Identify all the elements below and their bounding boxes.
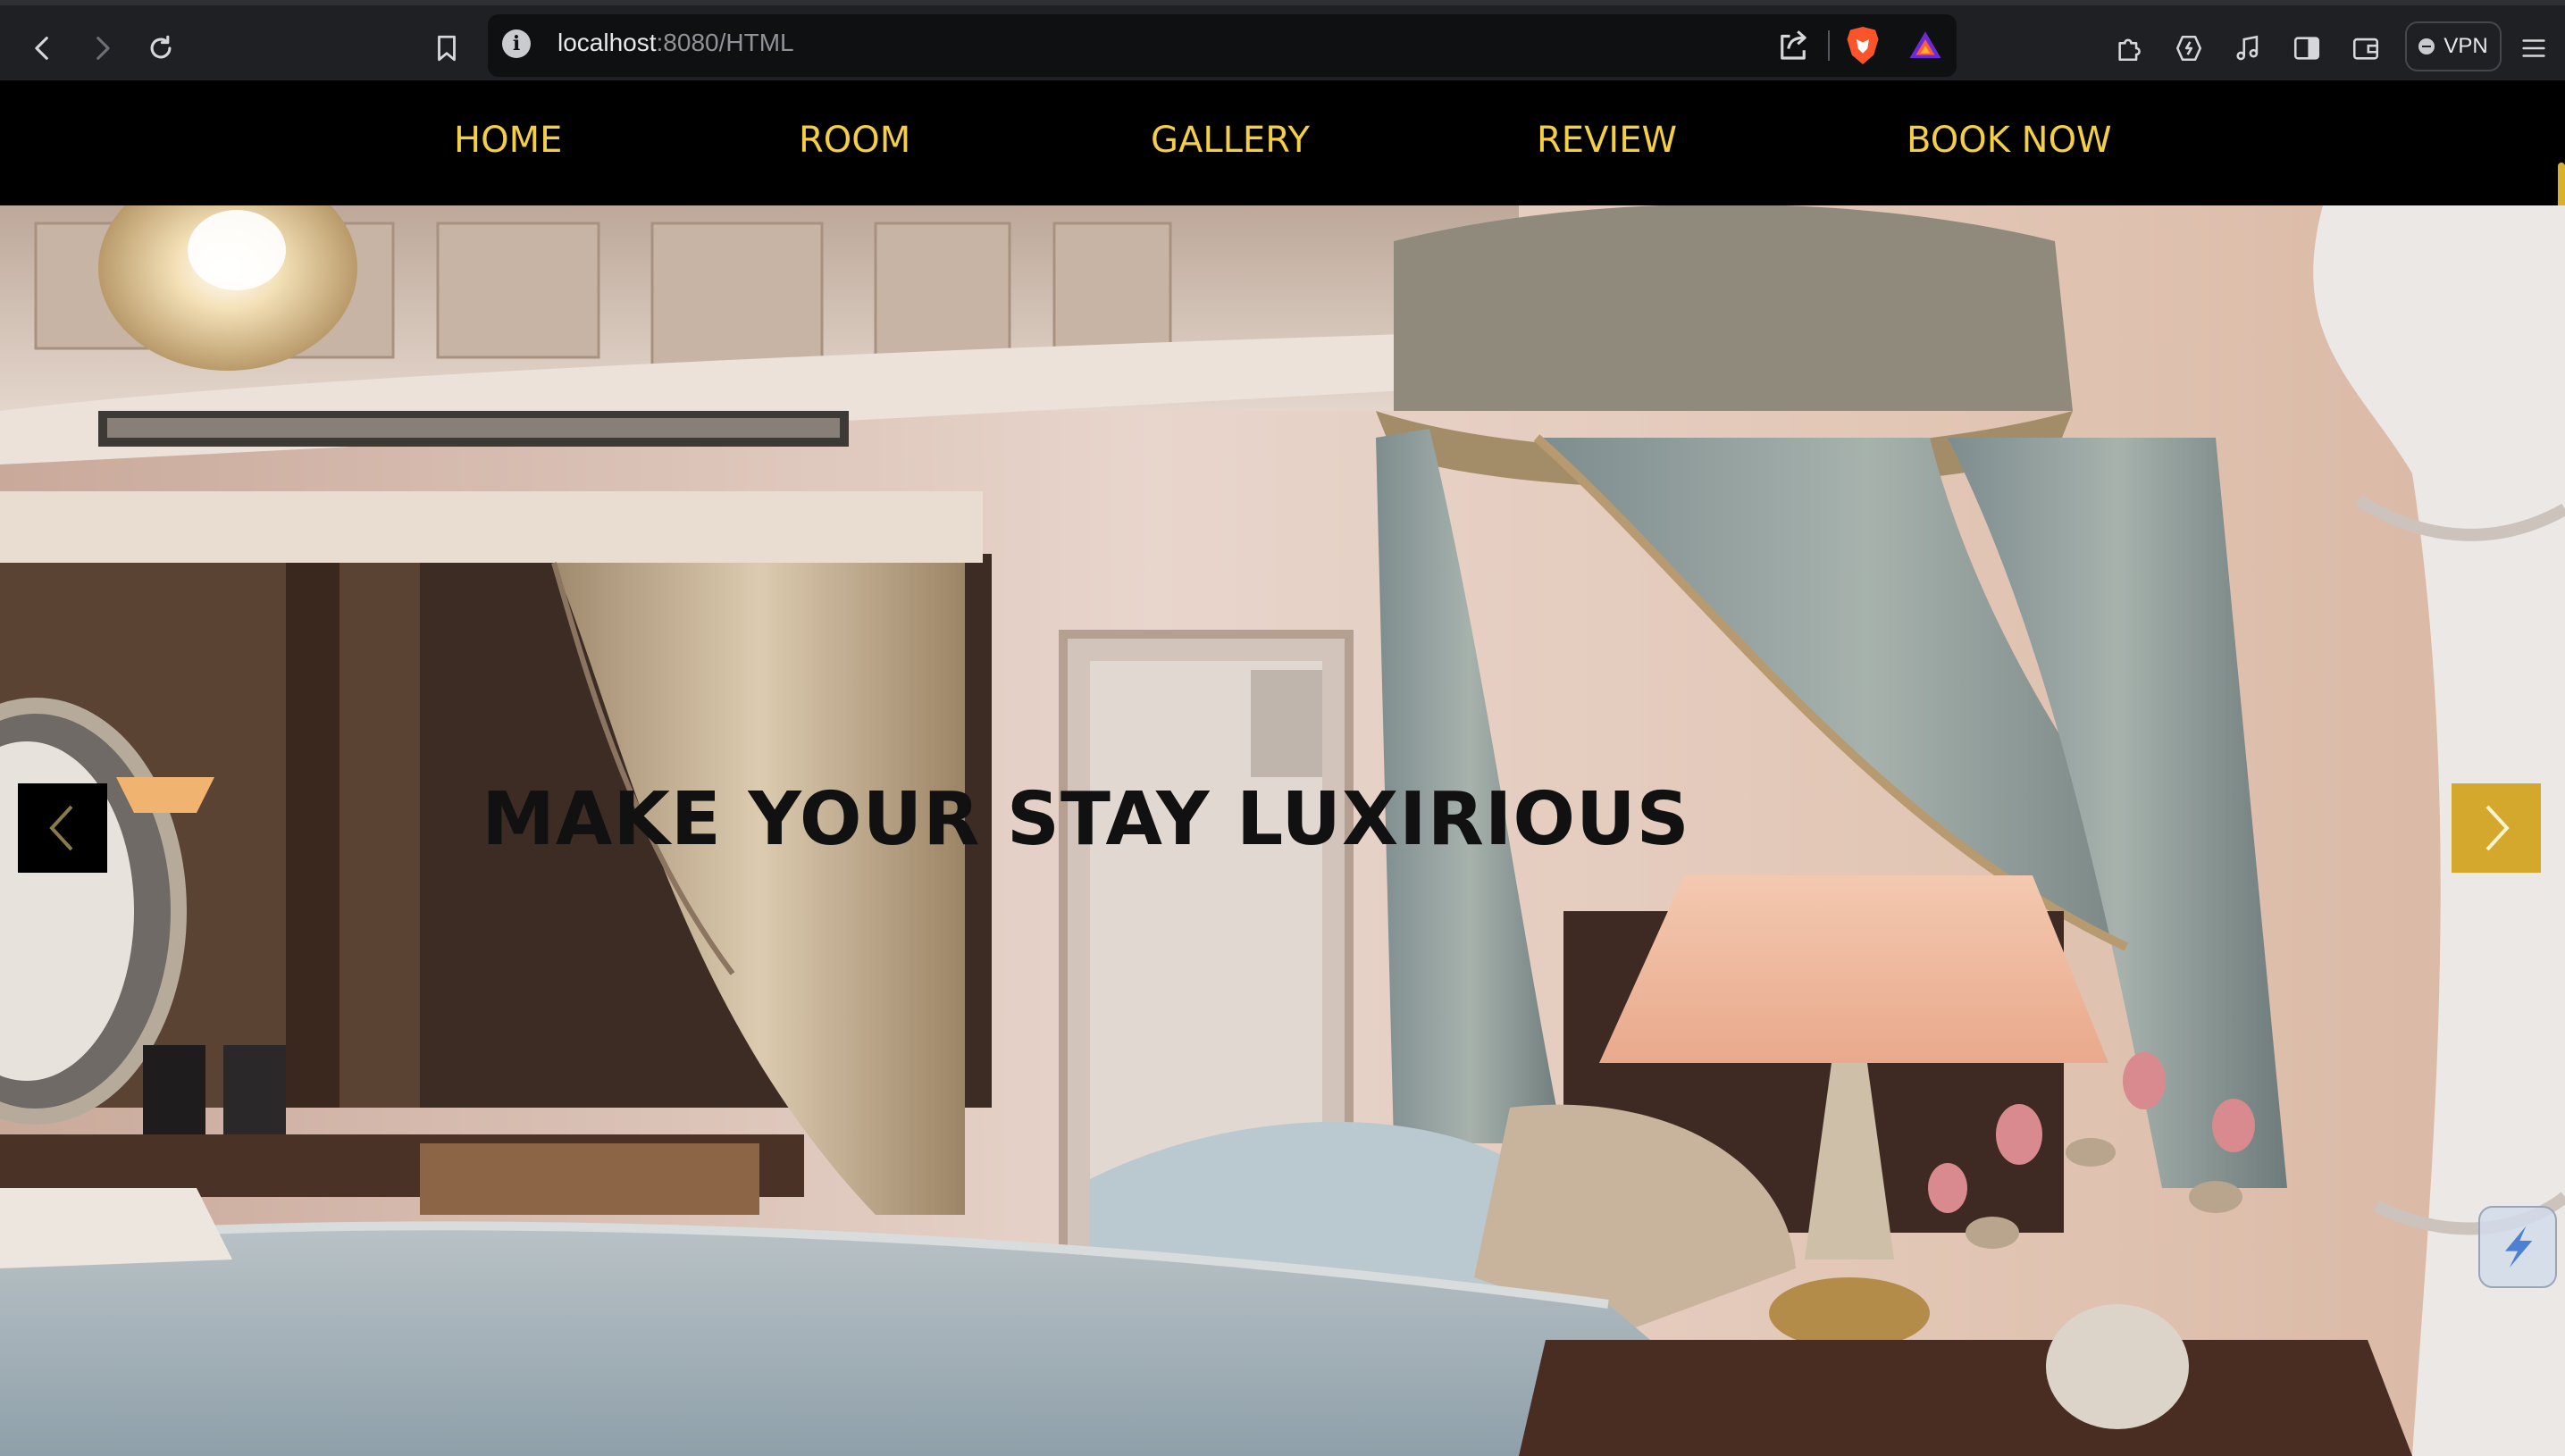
leo-ai-button[interactable] xyxy=(2166,25,2212,71)
url-host: localhost xyxy=(557,29,657,56)
info-icon[interactable]: i xyxy=(502,29,531,58)
bookmark-button[interactable] xyxy=(423,25,470,71)
sidebar-button[interactable] xyxy=(2284,25,2330,71)
arrow-right-icon xyxy=(96,37,110,60)
reload-icon xyxy=(150,35,172,59)
menu-button[interactable] xyxy=(2511,25,2557,71)
floating-assistant-button[interactable] xyxy=(2478,1206,2557,1288)
url-path: :8080/HTML xyxy=(656,29,794,56)
vpn-label: VPN xyxy=(2443,34,2488,58)
reload-button[interactable] xyxy=(138,25,184,71)
address-separator xyxy=(1828,30,1830,61)
chevron-right-icon xyxy=(2485,805,2510,851)
nav-book-now[interactable]: BOOK NOW xyxy=(1907,120,2112,161)
nav-review[interactable]: REVIEW xyxy=(1537,120,1677,161)
vpn-button[interactable]: VPN xyxy=(2405,21,2502,71)
bookmark-icon xyxy=(438,35,456,62)
url-text[interactable]: localhost:8080/HTML xyxy=(557,29,794,57)
nav-gallery[interactable]: GALLERY xyxy=(1151,120,1310,161)
hero-slider: MAKE YOUR STAY LUXIRIOUS xyxy=(0,205,2565,1456)
leo-ai-icon xyxy=(2175,35,2202,62)
wallet-icon xyxy=(2352,38,2379,60)
hero-title: MAKE YOUR STAY LUXIRIOUS xyxy=(482,777,1690,862)
slider-prev-button[interactable] xyxy=(18,783,107,873)
music-note-icon xyxy=(2236,35,2259,61)
puzzle-icon xyxy=(2118,38,2141,62)
slider-next-button[interactable] xyxy=(2452,783,2541,873)
back-button[interactable] xyxy=(20,25,66,71)
address-bar[interactable]: i localhost:8080/HTML xyxy=(488,14,1957,77)
nav-room[interactable]: ROOM xyxy=(799,120,910,161)
arrow-left-icon xyxy=(35,37,48,60)
browser-toolbar: i localhost:8080/HTML VPN xyxy=(0,0,2565,80)
brave-shield-icon[interactable] xyxy=(1844,25,1882,66)
share-icon[interactable] xyxy=(1774,27,1812,64)
hamburger-icon xyxy=(2522,39,2545,57)
extensions-button[interactable] xyxy=(2107,25,2153,71)
wallet-button[interactable] xyxy=(2343,25,2389,71)
forward-button[interactable] xyxy=(79,25,125,71)
vpn-status-icon xyxy=(2418,38,2435,54)
brave-rewards-icon[interactable] xyxy=(1907,27,1944,64)
site-navbar: HOME ROOM GALLERY REVIEW BOOK NOW xyxy=(0,80,2565,381)
chevron-left-icon xyxy=(49,805,73,851)
sidebar-icon xyxy=(2293,37,2320,60)
nav-home[interactable]: HOME xyxy=(454,120,562,161)
media-button[interactable] xyxy=(2225,25,2271,71)
lightning-icon xyxy=(2505,1226,2533,1268)
